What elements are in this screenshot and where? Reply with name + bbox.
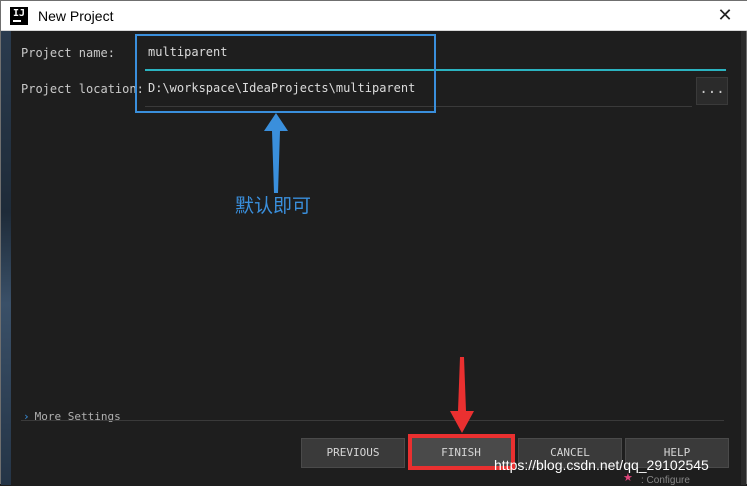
dialog-content: Project name: multiparent Project locati…: [11, 31, 741, 485]
window-title: New Project: [38, 8, 114, 24]
intellij-icon: IJ: [10, 7, 28, 25]
red-arrow-icon: [450, 357, 474, 433]
blue-arrow-icon: [264, 113, 288, 193]
chevron-right-icon: ›: [23, 410, 30, 423]
star-icon: ★: [623, 471, 633, 484]
title-bar: IJ New Project ✕: [1, 1, 747, 31]
watermark-text: https://blog.csdn.net/qq_29102545: [494, 457, 709, 473]
project-name-label: Project name:: [21, 46, 115, 60]
more-settings-label: More Settings: [34, 410, 121, 423]
project-location-label: Project location:: [21, 82, 144, 96]
divider: [21, 420, 724, 421]
browse-button[interactable]: ...: [696, 77, 728, 105]
new-project-dialog: IJ New Project ✕ Project name: multipare…: [0, 0, 747, 486]
previous-button[interactable]: PREVIOUS: [301, 438, 405, 468]
desktop-background-strip: [1, 31, 11, 485]
annotation-note: 默认即可: [235, 195, 312, 217]
close-icon[interactable]: ✕: [714, 5, 736, 27]
app-icon-label: IJ: [13, 8, 26, 19]
bottom-configure-text: : Configure: [641, 475, 690, 486]
more-settings-toggle[interactable]: › More Settings: [23, 410, 121, 423]
annotation-highlight-box: [135, 34, 436, 113]
